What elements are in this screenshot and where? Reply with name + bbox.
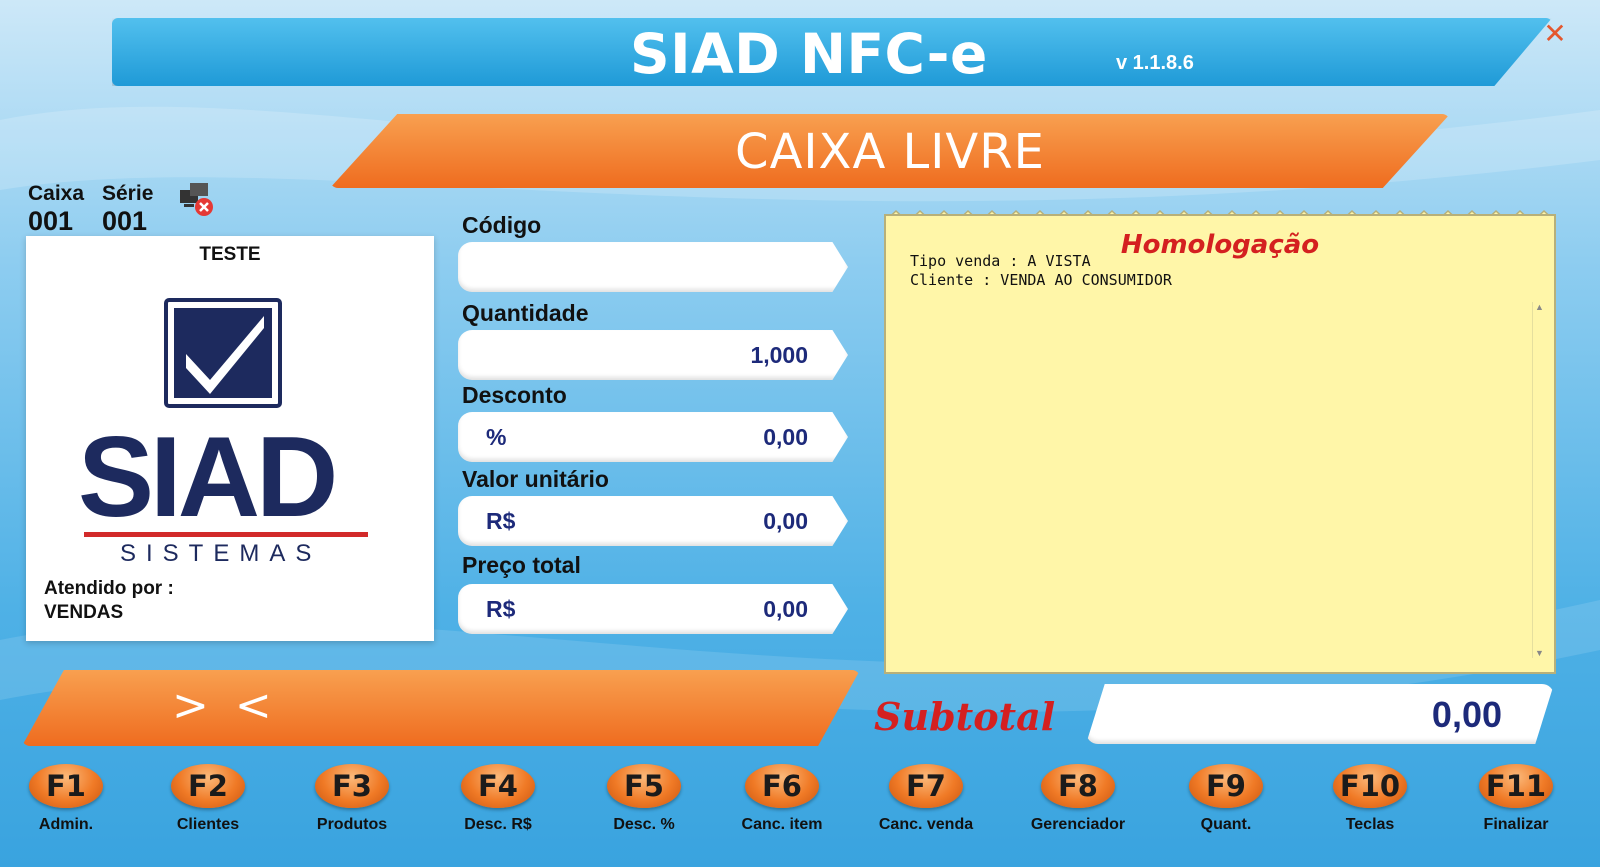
f7-canc-venda-button[interactable]: F7 Canc. venda [866,764,986,834]
serie-value: 001 [102,206,148,236]
close-icon[interactable]: ✕ [1541,20,1569,48]
f5-label: Desc. % [613,816,675,833]
f10-label: Teclas [1345,816,1395,833]
f2-label: Clientes [176,816,240,833]
desconto-input[interactable]: % 0,00 [458,412,848,462]
f11-label: Finalizar [1483,816,1549,833]
codigo-label: Código [462,212,542,238]
subtotal-label: Subtotal [874,694,1056,739]
attended-by-label: Atendido por : [44,578,174,599]
f5-desc-percent-button[interactable]: F5 Desc. % [584,764,704,834]
f2-key: F2 [188,769,228,803]
f6-label: Canc. item [741,816,823,833]
scroll-down-icon[interactable]: ▼ [1535,648,1544,658]
f4-desc-rs-button[interactable]: F4 Desc. R$ [438,764,558,834]
f8-label: Gerenciador [1030,816,1126,833]
serie-label: Série [102,182,154,205]
codigo-input[interactable] [458,242,848,292]
f1-label: Admin. [38,816,94,833]
quantidade-input[interactable]: 1,000 [458,330,848,380]
status-banner: CAIXA LIVRE [330,114,1450,188]
valor-unitario-label: Valor unitário [462,466,609,492]
desconto-prefix: % [486,424,507,450]
status-text: CAIXA LIVRE [735,124,1045,180]
valor-unitario-value: 0,00 [763,508,808,534]
receipt-line-customer: Cliente : VENDA AO CONSUMIDOR [910,271,1172,289]
f1-admin-button[interactable]: F1 Admin. [6,764,126,834]
desconto-value: 0,00 [763,424,808,450]
f7-key: F7 [906,769,946,803]
f10-teclas-button[interactable]: F10 Teclas [1310,764,1430,834]
f3-label: Produtos [316,816,388,833]
f3-key: F3 [332,769,372,803]
attended-by-value: VENDAS [44,602,124,623]
f5-key: F5 [624,769,664,803]
quantidade-value: 1,000 [750,342,808,368]
f11-key: F11 [1485,769,1547,803]
quantidade-label: Quantidade [462,300,589,326]
message-bar: > < [22,670,860,746]
scroll-up-icon[interactable]: ▲ [1535,302,1544,312]
f9-key: F9 [1206,769,1246,803]
logo-wordmark: SIAD [78,414,338,541]
preco-total-label: Preço total [462,552,581,578]
preco-total-input[interactable]: R$ 0,00 [458,584,848,634]
subtotal-field: 0,00 [1086,684,1554,744]
app-version: v 1.1.8.6 [1116,52,1194,74]
f6-key: F6 [762,769,802,803]
logo-underline [84,532,368,537]
receipt-line-sale-type: Tipo venda : A VISTA [910,252,1091,270]
store-name: TESTE [199,244,261,265]
receipt-panel[interactable]: Homologação Tipo venda : A VISTA Cliente… [884,214,1556,674]
f4-label: Desc. R$ [464,816,532,833]
valor-unitario-input[interactable]: R$ 0,00 [458,496,848,546]
logo-subtitle: SISTEMAS [120,540,322,567]
preco-total-prefix: R$ [486,596,516,622]
f2-clientes-button[interactable]: F2 Clientes [148,764,268,834]
subtotal-value: 0,00 [1431,694,1502,735]
logo-panel: TESTE SIAD SISTEMAS Atendido por : VENDA… [26,236,434,641]
f4-key: F4 [478,769,518,803]
receipt-scrollbar[interactable]: ▲ ▼ [1532,302,1544,658]
message-text: > < [172,680,278,731]
f11-finalizar-button[interactable]: F11 Finalizar [1456,764,1576,834]
f10-key: F10 [1339,769,1401,803]
f6-canc-item-button[interactable]: F6 Canc. item [722,764,842,834]
caixa-label: Caixa [28,182,85,205]
app-title: SIAD NFC-e [630,22,988,86]
f9-quant-button[interactable]: F9 Quant. [1166,764,1286,834]
f7-label: Canc. venda [878,816,974,833]
f9-label: Quant. [1200,816,1252,833]
network-disconnected-icon[interactable] [178,180,216,218]
valor-unitario-prefix: R$ [486,508,516,534]
f1-key: F1 [46,769,86,803]
function-key-bar: F1 Admin. F2 Clientes F3 Produtos F4 Des… [0,764,1600,854]
desconto-label: Desconto [462,382,567,408]
f3-produtos-button[interactable]: F3 Produtos [292,764,412,834]
f8-key: F8 [1058,769,1098,803]
caixa-value: 001 [28,206,74,236]
f8-gerenciador-button[interactable]: F8 Gerenciador [1018,764,1138,834]
preco-total-value: 0,00 [763,596,808,622]
checkmark-logo-icon [164,298,282,408]
